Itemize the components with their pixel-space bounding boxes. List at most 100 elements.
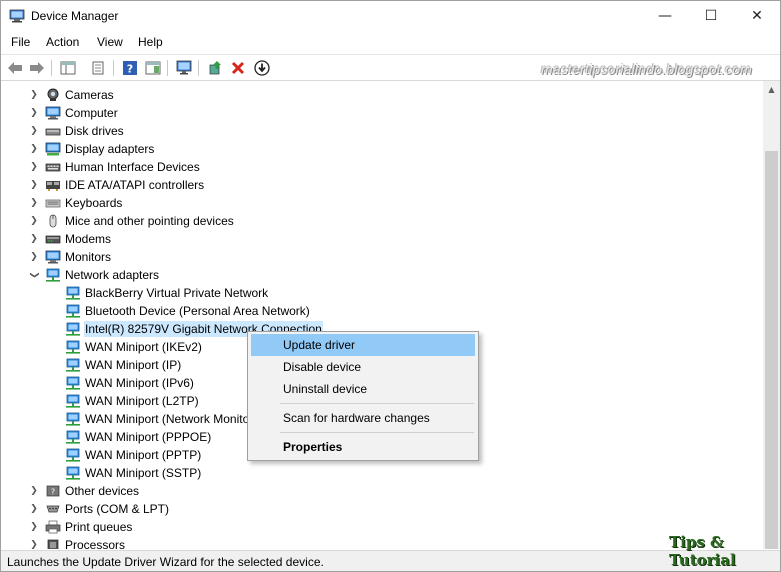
scroll-up-arrow-icon[interactable]: ▲ (763, 81, 780, 98)
tree-item-label: WAN Miniport (SSTP) (85, 466, 202, 480)
tree-item-label: BlackBerry Virtual Private Network (85, 286, 269, 300)
tree-item-label: WAN Miniport (Network Monitor) (85, 412, 258, 426)
expand-chevron-icon[interactable]: ❯ (29, 122, 39, 140)
toolbar-separator (167, 60, 168, 76)
expand-chevron-icon[interactable]: ❯ (29, 482, 39, 500)
network-adapter-icon (66, 376, 80, 390)
menu-disable-device[interactable]: Disable device (251, 356, 475, 378)
scrollbar-thumb[interactable] (765, 151, 778, 549)
network-adapter-item[interactable]: WAN Miniport (PPTP) (65, 446, 201, 464)
menu-view[interactable]: View (97, 35, 123, 49)
expand-chevron-icon[interactable]: ❯ (29, 104, 39, 122)
expand-chevron-icon[interactable]: ❯ (29, 248, 39, 266)
expand-chevron-icon[interactable]: ❯ (29, 140, 39, 158)
tree-item-computer[interactable]: ❯ Computer (29, 104, 118, 122)
tree-item-cameras[interactable]: ❯ Cameras (29, 86, 113, 104)
network-adapter-icon (46, 268, 60, 282)
network-adapter-item[interactable]: WAN Miniport (L2TP) (65, 392, 199, 410)
menu-uninstall-device[interactable]: Uninstall device (251, 378, 475, 400)
tree-item-label: WAN Miniport (PPPOE) (85, 430, 212, 444)
network-adapter-icon (66, 412, 80, 426)
vertical-scrollbar[interactable]: ▲ (763, 81, 780, 549)
help-toolbar-button[interactable]: ? (120, 59, 140, 77)
expand-chevron-icon[interactable]: ❯ (29, 158, 39, 176)
network-adapter-icon (66, 322, 80, 336)
close-button[interactable]: ✕ (734, 1, 780, 31)
back-button[interactable] (5, 59, 25, 77)
minimize-icon: — (658, 8, 672, 24)
maximize-button[interactable]: ☐ (688, 1, 734, 31)
forward-button[interactable] (27, 59, 47, 77)
network-adapter-item[interactable]: WAN Miniport (Network Monitor) (65, 410, 257, 428)
tree-item-label: Computer (65, 106, 118, 120)
tree-item-ports[interactable]: ❯ Ports (COM & LPT) (29, 500, 169, 518)
tree-item-label: Mice and other pointing devices (65, 214, 234, 228)
tree-item-label: Monitors (65, 250, 112, 264)
tree-item-label: Other devices (65, 484, 140, 498)
tree-item-print-queues[interactable]: ❯ Print queues (29, 518, 132, 536)
network-adapter-item[interactable]: WAN Miniport (PPPOE) (65, 428, 211, 446)
network-adapter-icon (66, 286, 80, 300)
tree-item-label: Modems (65, 232, 112, 246)
menu-file[interactable]: File (11, 35, 30, 49)
console-tree-icon (60, 61, 76, 75)
tree-item-label: Ports (COM & LPT) (65, 502, 170, 516)
tree-item-mice[interactable]: ❯ Mice and other pointing devices (29, 212, 234, 230)
status-bar: Launches the Update Driver Wizard for th… (1, 533, 780, 571)
tree-item-human-interface-devices[interactable]: ❯ Human Interface Devices (29, 158, 200, 176)
expand-chevron-icon[interactable]: ❯ (29, 212, 39, 230)
tree-item-disk-drives[interactable]: ❯ Disk drives (29, 122, 123, 140)
show-hide-console-tree-button[interactable] (58, 59, 78, 77)
device-tree[interactable]: ❯ Cameras ❯ Computer ❯ Disk drives ❯ Dis… (1, 81, 763, 549)
expand-chevron-icon[interactable]: ❯ (29, 518, 39, 536)
printer-icon (45, 520, 61, 534)
expand-chevron-icon[interactable]: ❯ (29, 230, 39, 248)
toolbar-separator (113, 60, 114, 76)
monitor-icon (45, 250, 61, 264)
tree-item-display-adapters[interactable]: ❯ Display adapters (29, 140, 154, 158)
collapse-chevron-icon[interactable]: ❯ (25, 270, 43, 280)
tree-item-monitors[interactable]: ❯ Monitors (29, 248, 111, 266)
tree-item-modems[interactable]: ❯ Modems (29, 230, 111, 248)
menu-help[interactable]: Help (138, 35, 163, 49)
title-bar[interactable]: Device Manager — ☐ ✕ (1, 1, 780, 31)
tree-item-label: WAN Miniport (IP) (85, 358, 182, 372)
expand-chevron-icon[interactable]: ❯ (29, 194, 39, 212)
action-pane-button[interactable] (143, 59, 163, 77)
expand-chevron-icon[interactable]: ❯ (29, 86, 39, 104)
menu-scan-hardware[interactable]: Scan for hardware changes (251, 407, 475, 429)
network-adapter-item[interactable]: Bluetooth Device (Personal Area Network) (65, 302, 310, 320)
minimize-button[interactable]: — (642, 1, 688, 31)
update-driver-toolbar-button[interactable] (205, 59, 225, 77)
update-driver-icon (209, 61, 221, 75)
disable-toolbar-button[interactable] (252, 59, 272, 77)
uninstall-toolbar-button[interactable] (228, 59, 248, 77)
tree-item-processors[interactable]: ❯ Processors (29, 536, 125, 549)
menu-separator (280, 403, 474, 404)
properties-toolbar-button[interactable] (88, 59, 108, 77)
expand-chevron-icon[interactable]: ❯ (29, 536, 39, 549)
network-adapter-item[interactable]: WAN Miniport (SSTP) (65, 464, 201, 482)
back-arrow-icon (8, 62, 22, 74)
tree-item-label: WAN Miniport (IKEv2) (85, 340, 202, 354)
scan-hardware-toolbar-button[interactable] (174, 59, 194, 77)
tree-item-network-adapters[interactable]: ❯ Network adapters (29, 266, 159, 284)
tree-item-other-devices[interactable]: ❯ ? Other devices (29, 482, 139, 500)
network-adapter-item[interactable]: WAN Miniport (IP) (65, 356, 181, 374)
tree-item-keyboards[interactable]: ❯ Keyboards (29, 194, 122, 212)
menu-update-driver[interactable]: Update driver (251, 334, 475, 356)
delete-x-icon (231, 61, 245, 75)
properties-sheet-icon (92, 61, 104, 75)
network-adapter-item[interactable]: BlackBerry Virtual Private Network (65, 284, 268, 302)
network-adapter-item[interactable]: WAN Miniport (IPv6) (65, 374, 194, 392)
network-adapter-item[interactable]: WAN Miniport (IKEv2) (65, 338, 202, 356)
keyboard-icon (45, 199, 61, 208)
menu-action[interactable]: Action (46, 35, 79, 49)
toolbar-separator (198, 60, 199, 76)
expand-chevron-icon[interactable]: ❯ (29, 176, 39, 194)
disable-down-arrow-icon (254, 60, 270, 76)
tree-item-ide-ata-atapi-controllers[interactable]: ❯ IDE ATA/ATAPI controllers (29, 176, 204, 194)
menu-properties[interactable]: Properties (251, 436, 475, 458)
expand-chevron-icon[interactable]: ❯ (29, 500, 39, 518)
menu-bar: File Action View Help (1, 31, 780, 53)
